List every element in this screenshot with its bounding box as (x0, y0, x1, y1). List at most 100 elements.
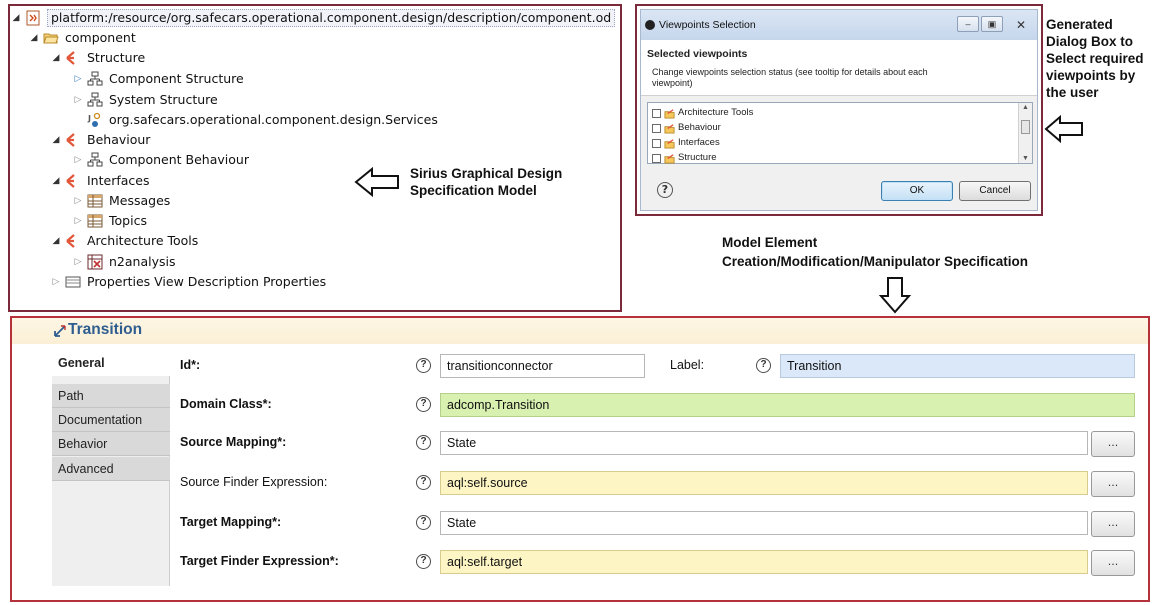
viewpoint-icon (65, 233, 81, 249)
transition-title: Transition (68, 321, 143, 338)
target-mapping-label: Target Mapping*: (180, 515, 282, 529)
list-scrollbar[interactable]: ▲ ▼ (1018, 103, 1032, 163)
viewpoint-item[interactable]: Structure (652, 151, 717, 165)
diagram-icon (87, 71, 103, 87)
help-icon[interactable]: ? (657, 182, 673, 198)
collapse-arrow-icon[interactable]: ◢ (28, 28, 40, 48)
viewpoint-checkbox[interactable] (652, 108, 661, 118)
left-arrow-icon (354, 166, 399, 198)
target-finder-browse-button[interactable]: ... (1091, 550, 1135, 576)
expand-arrow-icon[interactable]: ▷ (50, 272, 62, 292)
down-arrow-icon (878, 277, 912, 314)
collapse-arrow-icon[interactable]: ◢ (50, 171, 62, 191)
tree-row-services[interactable]: J org.safecars.operational.component.des… (87, 110, 438, 130)
collapse-arrow-icon[interactable]: ◢ (50, 231, 62, 251)
expand-arrow-icon[interactable]: ▷ (72, 90, 84, 110)
close-icon[interactable]: ✕ (1009, 10, 1033, 40)
target-finder-label: Target Finder Expression*: (180, 554, 339, 568)
component-label: component (65, 30, 136, 45)
tree-row-properties-view[interactable]: ▷ Properties View Description Properties (50, 272, 327, 292)
properties-view-label: Properties View Description Properties (87, 274, 327, 289)
collapse-arrow-icon[interactable]: ◢ (50, 130, 62, 150)
target-mapping-field[interactable]: State (440, 511, 1088, 535)
expand-arrow-icon[interactable]: ▷ (72, 252, 84, 272)
source-finder-browse-button[interactable]: ... (1091, 471, 1135, 497)
help-icon[interactable]: ? (416, 475, 431, 490)
viewpoint-label: Structure (678, 152, 717, 163)
cancel-button[interactable]: Cancel (959, 181, 1031, 201)
properties-icon (65, 274, 81, 290)
viewpoint-icon (65, 132, 81, 148)
viewpoint-list[interactable]: Architecture Tools Behaviour Interfaces … (647, 102, 1033, 164)
viewpoint-checkbox[interactable] (652, 153, 661, 163)
target-finder-field[interactable]: aql:self.target (440, 550, 1088, 574)
source-mapping-field[interactable]: State (440, 431, 1088, 455)
tab-documentation[interactable]: Documentation (52, 408, 170, 432)
expand-arrow-icon[interactable]: ▷ (72, 191, 84, 211)
maximize-button[interactable]: ▣ (981, 16, 1003, 32)
help-icon[interactable]: ? (416, 358, 431, 373)
label-label: Label: (670, 358, 705, 372)
tree-row-component[interactable]: ◢ component (28, 28, 136, 48)
annotation-line: Specification Model (410, 183, 537, 198)
help-icon[interactable]: ? (416, 435, 431, 450)
viewpoint-folder-icon (664, 153, 675, 164)
viewpoint-checkbox[interactable] (652, 138, 661, 148)
scroll-thumb[interactable] (1021, 120, 1030, 134)
tab-advanced[interactable]: Advanced (52, 457, 170, 481)
tree-row-architecture-tools[interactable]: ◢ Architecture Tools (50, 231, 199, 251)
tree-row-messages[interactable]: ▷ Messages (72, 191, 171, 211)
source-finder-field[interactable]: aql:self.source (440, 471, 1088, 495)
expand-arrow-icon[interactable]: ▷ (72, 150, 84, 170)
tree-row-system-structure[interactable]: ▷ System Structure (72, 90, 218, 110)
tree-row-n2analysis[interactable]: ▷ n2analysis (72, 252, 176, 272)
id-label: Id*: (180, 358, 201, 372)
viewpoint-item[interactable]: Behaviour (652, 121, 721, 135)
structure-label: Structure (87, 50, 146, 65)
annotation-line: Dialog Box to (1046, 34, 1133, 49)
viewpoint-item[interactable]: Interfaces (652, 136, 720, 150)
help-icon[interactable]: ? (416, 397, 431, 412)
source-mapping-browse-button[interactable]: ... (1091, 431, 1135, 457)
annotation-line: Creation/Modification/Manipulator Specif… (722, 254, 1029, 269)
collapse-arrow-icon[interactable]: ◢ (50, 48, 62, 68)
dialog-heading: Selected viewpoints (647, 48, 748, 60)
viewpoint-icon (65, 173, 81, 189)
tab-behavior[interactable]: Behavior (52, 432, 170, 456)
id-field[interactable]: transitionconnector (440, 354, 645, 378)
target-mapping-browse-button[interactable]: ... (1091, 511, 1135, 537)
scroll-down-icon[interactable]: ▼ (1021, 155, 1030, 162)
scroll-up-icon[interactable]: ▲ (1021, 104, 1030, 111)
domain-class-field[interactable]: adcomp.Transition (440, 393, 1135, 417)
viewpoint-checkbox[interactable] (652, 123, 661, 133)
label-field[interactable]: Transition (780, 354, 1135, 378)
ok-button[interactable]: OK (881, 181, 953, 201)
help-icon[interactable]: ? (416, 554, 431, 569)
tab-general[interactable]: General (52, 348, 170, 376)
sirius-annotation: Sirius Graphical Design Specification Mo… (410, 165, 562, 199)
help-icon[interactable]: ? (756, 358, 771, 373)
help-icon[interactable]: ? (416, 515, 431, 530)
dialog-title-bar[interactable]: Viewpoints Selection – ▣ ✕ (641, 10, 1037, 40)
app-icon (645, 20, 655, 30)
viewpoints-dialog-frame: Viewpoints Selection – ▣ ✕ Selected view… (635, 4, 1043, 216)
viewpoint-folder-icon (664, 123, 675, 134)
tab-path[interactable]: Path (52, 384, 170, 408)
table-icon (87, 193, 103, 209)
services-label: org.safecars.operational.component.desig… (109, 112, 438, 127)
viewpoint-label: Behaviour (678, 122, 721, 133)
collapse-arrow-icon[interactable]: ◢ (10, 8, 22, 28)
viewpoint-item[interactable]: Architecture Tools (652, 106, 753, 120)
tree-row-component-behaviour[interactable]: ▷ Component Behaviour (72, 150, 249, 170)
tree-row-structure[interactable]: ◢ Structure (50, 48, 146, 68)
expand-arrow-icon[interactable]: ▷ (72, 211, 84, 231)
tree-row-behaviour[interactable]: ◢ Behaviour (50, 130, 151, 150)
minimize-button[interactable]: – (957, 16, 979, 32)
edge-mapping-icon (54, 325, 66, 337)
component-behaviour-label: Component Behaviour (109, 152, 249, 167)
expand-arrow-icon[interactable]: ▷ (72, 69, 84, 89)
tree-row-interfaces[interactable]: ◢ Interfaces (50, 171, 150, 191)
tree-row-root[interactable]: ◢ platform:/resource/org.safecars.operat… (10, 8, 616, 28)
tree-row-component-structure[interactable]: ▷ Component Structure (72, 69, 244, 89)
tree-row-topics[interactable]: ▷ Topics (72, 211, 147, 231)
